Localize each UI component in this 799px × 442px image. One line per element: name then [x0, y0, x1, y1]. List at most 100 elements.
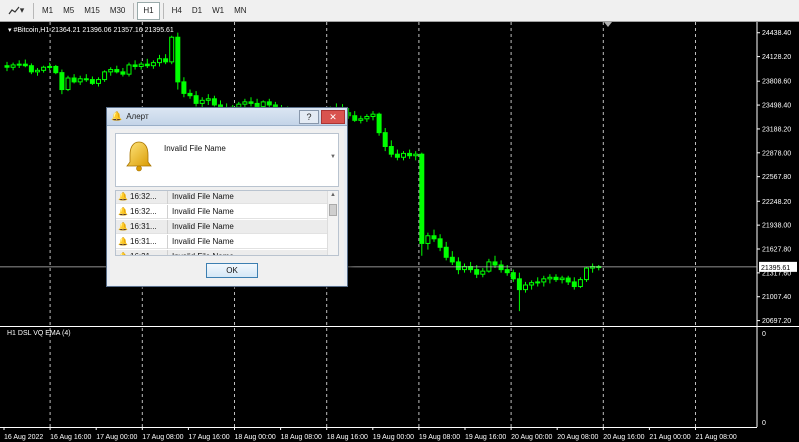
bell-icon: [126, 141, 152, 172]
timeframe-button-h4[interactable]: H4: [167, 2, 187, 20]
candle-body: [547, 276, 553, 280]
bell-icon: 🔔: [118, 192, 128, 201]
list-item[interactable]: 🔔 16:32... Invalid File Name: [116, 204, 328, 219]
indicator-axis-label: 0: [762, 331, 766, 338]
candle-body: [541, 278, 547, 283]
list-item[interactable]: 🔔 16:32... Invalid File Name: [116, 191, 328, 204]
candle-body: [150, 62, 156, 67]
close-button[interactable]: ✕: [321, 109, 345, 124]
candle-body: [504, 269, 510, 274]
crosshair-tool-icon: [8, 6, 20, 14]
timeframe-button-d1[interactable]: D1: [187, 2, 207, 20]
alert-text: Invalid File Name: [172, 222, 234, 231]
alert-time: 16:32...: [130, 204, 168, 219]
scroll-down-icon[interactable]: ▼: [330, 154, 336, 160]
timeframe-button-m1[interactable]: M1: [37, 2, 58, 20]
candle-body: [394, 153, 400, 158]
y-tick-label: 24438.40: [762, 30, 791, 37]
x-tick-label: 19 Aug 16:00: [465, 434, 506, 441]
x-tick-label: 17 Aug 16:00: [188, 434, 229, 441]
toolbar-separator: [133, 2, 135, 19]
timeframe-button-mn[interactable]: MN: [229, 2, 251, 20]
bell-icon: 🔔: [118, 222, 128, 231]
y-tick-label: 21627.80: [762, 246, 791, 253]
candle-body: [431, 235, 437, 240]
bell-icon: 🔔: [116, 252, 130, 255]
alert-history-list[interactable]: 🔔 16:32... Invalid File Name 🔔 16:32... Inval…: [115, 190, 339, 256]
x-tick-label: 20 Aug 16:00: [603, 434, 644, 441]
toolbar-separator: [162, 2, 164, 19]
candle-body: [10, 64, 16, 68]
timeframe-button-w1[interactable]: W1: [207, 2, 229, 20]
timeframe-button-m5[interactable]: M5: [58, 2, 79, 20]
chart-title: ▾ #Bitcoin,H1 21364.21 21396.06 21357.16…: [8, 27, 174, 34]
alert-text: Invalid File Name: [172, 192, 234, 201]
candle-body: [401, 152, 406, 158]
candle-body: [47, 65, 53, 68]
y-tick-label: 21007.40: [762, 294, 791, 301]
candle-body: [83, 78, 89, 81]
chevron-down-icon: ▾: [19, 5, 25, 15]
list-item[interactable]: 🔔16:31...Invalid File Name: [116, 249, 328, 255]
x-tick-label: 20 Aug 00:00: [511, 434, 552, 441]
candle-body: [364, 115, 370, 120]
y-tick-label: 23808.60: [762, 79, 791, 86]
alert-time: 16:32...: [130, 191, 168, 204]
timeframe-group: M1 M5 M15 M30 H1 H4 D1 W1 MN: [37, 1, 252, 20]
candle-body: [474, 269, 480, 275]
timeframe-button-h1[interactable]: H1: [137, 1, 160, 20]
alert-dialog: 🔔 Алерт ? ✕ Invalid File Name ▼ 🔔 16:32..…: [106, 107, 348, 287]
candle-body: [53, 65, 59, 74]
candle-body: [480, 270, 486, 275]
indicator-axis-label: 0: [762, 420, 766, 427]
candle-body: [114, 69, 120, 73]
indicator-label: H1 DSL VQ EMA (4): [7, 330, 71, 337]
candle-body: [205, 98, 211, 101]
candle-body: [96, 79, 101, 84]
bell-icon: 🔔: [118, 237, 128, 246]
candle-body: [181, 81, 187, 94]
alert-time: 16:31...: [130, 234, 168, 249]
timeframe-button-m15[interactable]: M15: [79, 2, 105, 20]
toolbar-separator: [33, 2, 34, 19]
candle-body: [65, 77, 71, 91]
crosshair-tool-dropdown[interactable]: ▾: [2, 2, 30, 20]
y-tick-label: 23498.40: [762, 103, 791, 110]
timeframe-button-m30[interactable]: M30: [105, 2, 131, 20]
scroll-up-icon[interactable]: ▲: [330, 192, 336, 198]
toolbar: ▾ M1 M5 M15 M30 H1 H4 D1 W1 MN: [0, 0, 799, 22]
list-item[interactable]: 🔔16:31... Invalid File Name: [116, 219, 328, 234]
candle-body: [41, 66, 47, 71]
dialog-titlebar[interactable]: 🔔 Алерт ? ✕: [107, 108, 347, 126]
bell-icon: 🔔: [111, 111, 123, 121]
list-scrollbar[interactable]: ▲: [327, 191, 338, 255]
candle-body: [370, 113, 376, 117]
candle-body: [16, 63, 22, 66]
alert-message: Invalid File Name: [164, 144, 226, 153]
candle-body: [28, 65, 34, 73]
candle-body: [77, 78, 83, 83]
candle-body: [358, 118, 364, 121]
candle-body: [169, 36, 175, 63]
x-tick-label: 19 Aug 00:00: [373, 434, 414, 441]
x-tick-label: 18 Aug 16:00: [327, 434, 368, 441]
x-tick-label: 18 Aug 08:00: [281, 434, 322, 441]
x-tick-label: 21 Aug 08:00: [696, 434, 737, 441]
bell-icon: 🔔: [118, 207, 128, 216]
candle-body: [71, 77, 77, 83]
help-button[interactable]: ?: [299, 109, 319, 124]
candle-body: [199, 99, 205, 104]
candle-body: [559, 277, 565, 281]
candle-body: [211, 98, 217, 106]
list-item[interactable]: 🔔16:31...Invalid File Name: [116, 234, 328, 249]
candle-body: [59, 72, 65, 91]
x-tick-label: 16 Aug 2022: [4, 434, 43, 441]
alert-time: 16:31...: [130, 219, 168, 234]
scroll-thumb[interactable]: [329, 204, 337, 216]
candle-body: [102, 71, 108, 81]
candle-body: [108, 69, 114, 73]
candle-body: [163, 58, 169, 63]
ok-button[interactable]: OK: [206, 263, 258, 278]
candle-body: [584, 267, 589, 281]
candle-body: [523, 284, 528, 291]
